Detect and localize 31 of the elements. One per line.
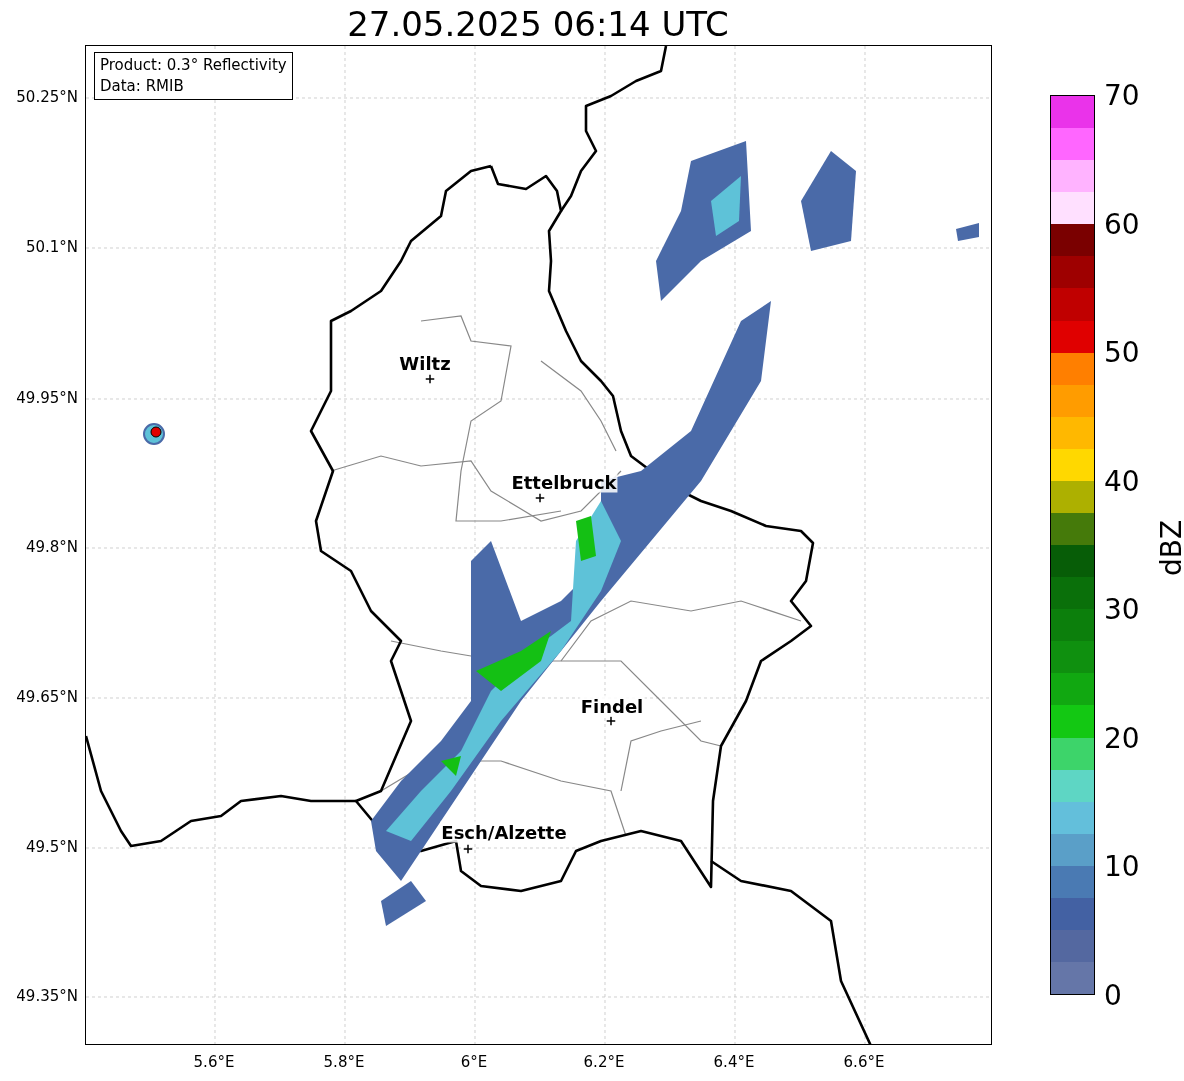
colorbar-tick-label: 0 [1104,978,1122,1012]
colorbar-tick-label: 60 [1104,207,1140,241]
legend-box: Product: 0.3° Reflectivity Data: RMIB [94,52,293,100]
longitude-label: 6.4°E [713,1053,755,1071]
colorbar-tick-label: 70 [1104,78,1140,112]
chart-title: 27.05.2025 06:14 UTC [346,4,730,44]
longitude-label: 6°E [460,1053,488,1071]
latitude-label: 49.35°N [16,987,78,1005]
colorbar-label: dBZ [1154,519,1184,577]
colorbar-tick-label: 40 [1104,464,1140,498]
longitude-label: 6.6°E [843,1053,885,1071]
colorbar-tick-label: 30 [1104,592,1140,626]
latitude-label: 50.25°N [16,88,78,106]
latitude-label: 49.8°N [25,538,78,556]
city-label: Esch/Alzette [440,821,568,843]
latitude-label: 49.95°N [16,389,78,407]
city-label: Findel [579,695,645,717]
latitude-label: 49.5°N [25,838,78,856]
city-marker-icon [463,844,473,854]
longitude-label: 5.8°E [323,1053,365,1071]
longitude-label: 5.6°E [193,1053,235,1071]
city-marker-icon [425,374,435,384]
city-marker-icon [535,493,545,503]
colorbar-tick-label: 50 [1104,335,1140,369]
colorbar-tick-label: 20 [1104,721,1140,755]
colorbar-tick-label: 10 [1104,849,1140,883]
city-label: Ettelbruck [510,471,618,493]
longitude-label: 6.2°E [583,1053,625,1071]
latitude-label: 50.1°N [25,238,78,256]
latitude-label: 49.65°N [16,688,78,706]
city-marker-icon [606,716,616,726]
